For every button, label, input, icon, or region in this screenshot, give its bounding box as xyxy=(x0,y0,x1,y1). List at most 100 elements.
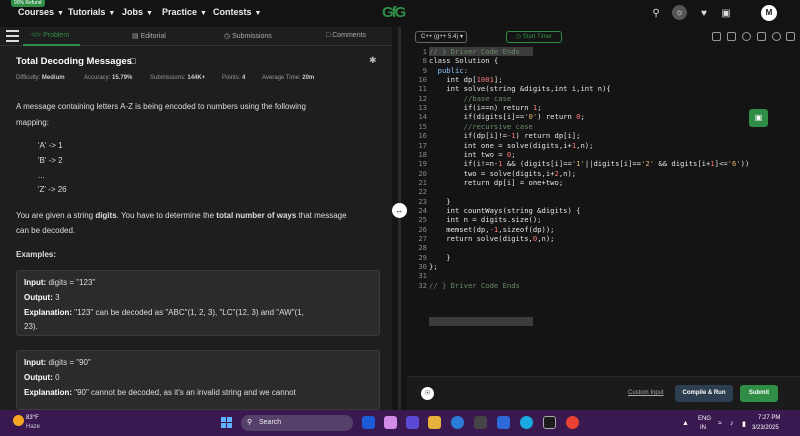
line-number: 10 xyxy=(418,75,427,85)
tab-problem[interactable]: </> Problem xyxy=(31,32,69,39)
translate-icon[interactable]: ▣ xyxy=(720,8,732,20)
weather-desc: Haze xyxy=(26,424,41,430)
weather-icon[interactable] xyxy=(13,415,24,426)
gfg-logo[interactable]: GfG xyxy=(382,4,406,21)
file-icon[interactable] xyxy=(727,32,736,41)
code-line[interactable]: int two = 0; xyxy=(429,150,516,159)
app-icon[interactable] xyxy=(520,416,533,429)
code-line[interactable]: if(digits[i]=='0') return 0; xyxy=(429,112,585,121)
expand-icon[interactable] xyxy=(757,32,766,41)
code-line[interactable]: int solve(string &digits,int i,int n){ xyxy=(429,84,610,93)
custom-input-link[interactable]: Custom Input xyxy=(628,390,664,396)
code-line[interactable]: if(i!=n-1 && (digits[i]=='1'||digits[i]=… xyxy=(429,159,750,168)
line-number: 27 xyxy=(418,234,427,243)
nav-contests[interactable]: Contests ▼ xyxy=(213,7,261,17)
bell-icon[interactable]: ♥ xyxy=(698,8,710,20)
language-indicator[interactable]: ENG xyxy=(698,416,711,422)
line-number: 28 xyxy=(418,243,427,253)
start-timer-button[interactable]: ◷ Start Timer xyxy=(506,31,562,43)
copy-icon[interactable] xyxy=(712,32,721,41)
submit-button[interactable]: Submit xyxy=(740,385,778,402)
code-line[interactable]: return solve(digits,0,n); xyxy=(429,234,554,243)
problem-tabs: </> Problem ▤ Editorial ◷ Submissions □ … xyxy=(0,27,392,46)
code-line[interactable]: // } Driver Code Ends xyxy=(429,47,520,56)
edge-icon[interactable] xyxy=(451,416,464,429)
code-line[interactable]: int countWays(string &digits) { xyxy=(429,206,580,215)
code-editor[interactable]: // } Driver Code Ends class Solution { pu… xyxy=(429,46,800,376)
mapping-line: 'B' -> 2 xyxy=(38,156,63,165)
code-line[interactable]: two = solve(digits,i+2,n); xyxy=(429,169,577,178)
chevron-up-icon[interactable]: ▲ xyxy=(682,420,689,427)
example-explanation: Explanation: "123" can be decoded as "AB… xyxy=(24,308,304,317)
clock-time[interactable]: 7:27 PM xyxy=(758,415,780,421)
code-line[interactable]: int one = solve(digits,i+1,n); xyxy=(429,141,594,150)
bug-icon[interactable]: ✱ xyxy=(369,55,377,66)
code-line[interactable]: //base case xyxy=(429,94,512,103)
line-number: 31 xyxy=(418,271,427,281)
wifi-icon[interactable]: ≈ xyxy=(718,420,722,427)
vscode-icon[interactable] xyxy=(497,416,510,429)
weather-temp: 83°F xyxy=(26,415,39,421)
speaker-icon[interactable]: ♪ xyxy=(730,420,734,427)
line-number: 23 xyxy=(418,196,427,206)
chevron-down-icon: ▼ xyxy=(254,10,262,17)
code-line[interactable]: // } Driver Code Ends xyxy=(429,281,520,290)
language-select[interactable]: C++ (g++ 5.4) ▾ xyxy=(415,31,467,43)
code-line[interactable]: memset(dp,-1,sizeof(dp)); xyxy=(429,225,554,234)
nav-tutorials[interactable]: Tutorials ▼ xyxy=(68,7,115,17)
code-line[interactable]: int n = digits.size(); xyxy=(429,215,541,224)
code-line[interactable]: } xyxy=(429,253,450,262)
code-line[interactable]: } xyxy=(429,197,450,206)
compile-run-button[interactable]: Compile & Run xyxy=(675,385,733,402)
example-output: Output: 0 xyxy=(24,373,60,382)
teams-icon[interactable] xyxy=(406,416,419,429)
code-line[interactable]: return dp[i] = one+two; xyxy=(429,178,564,187)
reset-icon[interactable] xyxy=(772,32,781,41)
taskbar-search[interactable]: ⚲ Search xyxy=(241,415,353,431)
line-number: 19 xyxy=(418,159,427,169)
bookmark-icon[interactable]: □ xyxy=(130,56,135,66)
app-icon[interactable] xyxy=(543,416,556,429)
chat-icon[interactable]: ▣ xyxy=(749,109,768,127)
tab-comments[interactable]: □ Comments xyxy=(326,32,366,39)
line-number: 29 xyxy=(418,252,427,262)
resize-handle-icon[interactable]: ↔ xyxy=(392,203,407,218)
menu-icon[interactable] xyxy=(6,30,19,42)
code-line[interactable]: public: xyxy=(429,66,468,75)
settings-icon[interactable] xyxy=(742,32,751,41)
panel-divider[interactable]: ↔ xyxy=(392,27,407,410)
code-line[interactable]: int dp[1001]; xyxy=(429,75,502,84)
editor-bottom-bar: ☉ Custom Input Compile & Run Submit xyxy=(407,376,800,410)
nav-practice[interactable]: Practice ▼ xyxy=(162,7,207,17)
code-line[interactable]: }; xyxy=(429,262,438,271)
nav-jobs[interactable]: Jobs ▼ xyxy=(122,7,153,17)
tab-submissions[interactable]: ◷ Submissions xyxy=(224,32,272,40)
lightbulb-icon[interactable]: ☉ xyxy=(421,387,434,400)
line-number: 12 xyxy=(418,93,427,103)
store-icon[interactable] xyxy=(474,416,487,429)
chevron-down-icon: ▼ xyxy=(108,10,116,17)
battery-icon[interactable]: ▮ xyxy=(742,420,746,428)
windows-start-icon[interactable] xyxy=(221,417,232,428)
task-view-icon[interactable] xyxy=(362,416,375,429)
folded-region-highlight xyxy=(429,317,533,326)
code-line[interactable]: class Solution { xyxy=(429,56,498,65)
chevron-down-icon: ▼ xyxy=(200,10,207,17)
refund-badge: 90% Refund xyxy=(11,0,45,7)
avatar[interactable]: M xyxy=(761,5,777,21)
top-navbar: 90% Refund Courses ▼ Tutorials ▼ Jobs ▼ Pra… xyxy=(0,0,800,27)
tab-editorial[interactable]: ▤ Editorial xyxy=(132,32,166,40)
file-explorer-icon[interactable] xyxy=(428,416,441,429)
copilot-icon[interactable] xyxy=(384,416,397,429)
mapping-line: 'A' -> 1 xyxy=(38,141,63,150)
editor-toolbar: C++ (g++ 5.4) ▾ ◷ Start Timer xyxy=(407,27,800,46)
code-line[interactable]: //recursive case xyxy=(429,122,533,131)
theme-toggle-icon[interactable]: ☼ xyxy=(672,5,687,20)
nav-courses[interactable]: Courses ▼ xyxy=(18,7,64,17)
code-line[interactable]: if(dp[i]!=-1) return dp[i]; xyxy=(429,131,581,140)
fullscreen-icon[interactable] xyxy=(786,32,795,41)
search-icon[interactable]: ⚲ xyxy=(650,8,662,20)
chrome-icon[interactable] xyxy=(566,416,579,429)
code-line[interactable]: if(i==n) return 1; xyxy=(429,103,542,112)
line-number: 24 xyxy=(418,205,427,215)
